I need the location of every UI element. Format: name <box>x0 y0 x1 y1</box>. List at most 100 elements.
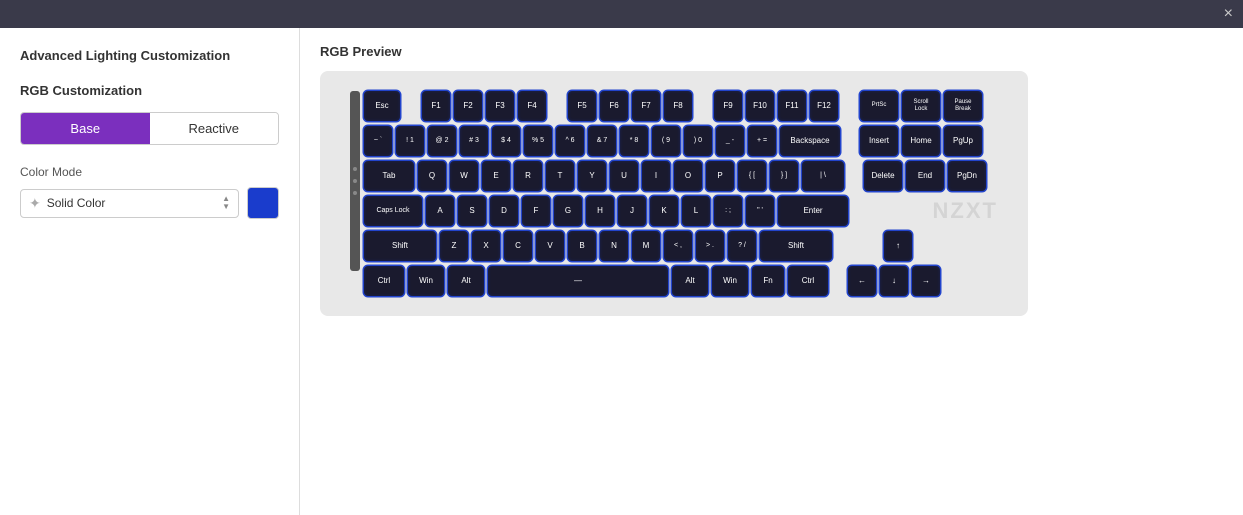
key-ctrl-right[interactable]: Ctrl <box>788 266 828 296</box>
key-2[interactable]: @ 2 <box>428 126 456 156</box>
key-delete[interactable]: Delete <box>864 161 902 191</box>
key-left-arrow[interactable]: ← <box>848 266 876 296</box>
fn-row: Esc F1 F2 F3 F4 F5 F6 F7 F8 F9 F10 <box>364 91 998 121</box>
key-b[interactable]: B <box>568 231 596 261</box>
key-scroll-lock[interactable]: ScrollLock <box>902 91 940 121</box>
key-4[interactable]: $ 4 <box>492 126 520 156</box>
number-row: ~ ` ! 1 @ 2 # 3 $ 4 % 5 ^ 6 & 7 * 8 ( 9 … <box>364 126 998 156</box>
key-win-right[interactable]: Win <box>712 266 748 296</box>
key-shift-left[interactable]: Shift <box>364 231 436 261</box>
page-title: Advanced Lighting Customization <box>20 48 279 63</box>
right-panel: RGB Preview Esc F1 F2 F3 <box>300 28 1243 515</box>
key-pgdn[interactable]: PgDn <box>948 161 986 191</box>
nzxt-brand-label: NZXT <box>933 198 998 224</box>
key-space[interactable]: — <box>488 266 668 296</box>
key-esc[interactable]: Esc <box>364 91 400 121</box>
key-period[interactable]: > . <box>696 231 724 261</box>
key-a[interactable]: A <box>426 196 454 226</box>
key-down-arrow[interactable]: ↓ <box>880 266 908 296</box>
key-i[interactable]: I <box>642 161 670 191</box>
key-f5[interactable]: F5 <box>568 91 596 121</box>
key-w[interactable]: W <box>450 161 478 191</box>
key-v[interactable]: V <box>536 231 564 261</box>
key-d[interactable]: D <box>490 196 518 226</box>
key-backslash[interactable]: | \ <box>802 161 844 191</box>
key-alt-left[interactable]: Alt <box>448 266 484 296</box>
key-up-arrow[interactable]: ↑ <box>884 231 912 261</box>
key-rbracket[interactable]: } ] <box>770 161 798 191</box>
key-pgup[interactable]: PgUp <box>944 126 982 156</box>
key-lbracket[interactable]: { [ <box>738 161 766 191</box>
key-f10[interactable]: F10 <box>746 91 774 121</box>
key-t[interactable]: T <box>546 161 574 191</box>
key-home[interactable]: Home <box>902 126 940 156</box>
key-quote[interactable]: " ' <box>746 196 774 226</box>
key-f3[interactable]: F3 <box>486 91 514 121</box>
key-j[interactable]: J <box>618 196 646 226</box>
key-h[interactable]: H <box>586 196 614 226</box>
key-backspace[interactable]: Backspace <box>780 126 840 156</box>
key-3[interactable]: # 3 <box>460 126 488 156</box>
key-5[interactable]: % 5 <box>524 126 552 156</box>
key-f4[interactable]: F4 <box>518 91 546 121</box>
key-win-left[interactable]: Win <box>408 266 444 296</box>
key-shift-right[interactable]: Shift <box>760 231 832 261</box>
key-comma[interactable]: < , <box>664 231 692 261</box>
key-c[interactable]: C <box>504 231 532 261</box>
key-n[interactable]: N <box>600 231 628 261</box>
key-f8[interactable]: F8 <box>664 91 692 121</box>
key-f2[interactable]: F2 <box>454 91 482 121</box>
tab-base[interactable]: Base <box>21 113 150 144</box>
key-semicolon[interactable]: : ; <box>714 196 742 226</box>
key-prtsc[interactable]: PrtSc <box>860 91 898 121</box>
key-pause-break[interactable]: PauseBreak <box>944 91 982 121</box>
key-f9[interactable]: F9 <box>714 91 742 121</box>
key-g[interactable]: G <box>554 196 582 226</box>
color-swatch[interactable] <box>247 187 279 219</box>
key-minus[interactable]: _ - <box>716 126 744 156</box>
close-button[interactable]: × <box>1224 6 1233 22</box>
key-r[interactable]: R <box>514 161 542 191</box>
key-z[interactable]: Z <box>440 231 468 261</box>
key-capslock[interactable]: Caps Lock <box>364 196 422 226</box>
key-fn[interactable]: Fn <box>752 266 784 296</box>
key-slash[interactable]: ? / <box>728 231 756 261</box>
key-s[interactable]: S <box>458 196 486 226</box>
key-end[interactable]: End <box>906 161 944 191</box>
key-9[interactable]: ( 9 <box>652 126 680 156</box>
key-equals[interactable]: + = <box>748 126 776 156</box>
key-insert[interactable]: Insert <box>860 126 898 156</box>
key-enter[interactable]: Enter <box>778 196 848 226</box>
key-y[interactable]: Y <box>578 161 606 191</box>
color-mode-select[interactable]: ✦ Solid Color ▲ ▼ <box>20 189 239 218</box>
rgb-customization-label: RGB Customization <box>20 83 279 98</box>
key-6[interactable]: ^ 6 <box>556 126 584 156</box>
side-dot-1 <box>353 167 357 171</box>
key-1[interactable]: ! 1 <box>396 126 424 156</box>
key-f6[interactable]: F6 <box>600 91 628 121</box>
key-k[interactable]: K <box>650 196 678 226</box>
key-f7[interactable]: F7 <box>632 91 660 121</box>
key-q[interactable]: Q <box>418 161 446 191</box>
tab-reactive[interactable]: Reactive <box>150 113 279 144</box>
key-u[interactable]: U <box>610 161 638 191</box>
key-x[interactable]: X <box>472 231 500 261</box>
key-right-arrow[interactable]: → <box>912 266 940 296</box>
key-l[interactable]: L <box>682 196 710 226</box>
spinner-arrows[interactable]: ▲ ▼ <box>222 195 230 211</box>
key-f11[interactable]: F11 <box>778 91 806 121</box>
key-alt-right[interactable]: Alt <box>672 266 708 296</box>
key-e[interactable]: E <box>482 161 510 191</box>
key-8[interactable]: * 8 <box>620 126 648 156</box>
key-tab[interactable]: Tab <box>364 161 414 191</box>
key-ctrl-left[interactable]: Ctrl <box>364 266 404 296</box>
key-p[interactable]: P <box>706 161 734 191</box>
key-7[interactable]: & 7 <box>588 126 616 156</box>
key-backtick[interactable]: ~ ` <box>364 126 392 156</box>
key-m[interactable]: M <box>632 231 660 261</box>
key-f1[interactable]: F1 <box>422 91 450 121</box>
key-f[interactable]: F <box>522 196 550 226</box>
key-0[interactable]: ) 0 <box>684 126 712 156</box>
key-o[interactable]: O <box>674 161 702 191</box>
key-f12[interactable]: F12 <box>810 91 838 121</box>
